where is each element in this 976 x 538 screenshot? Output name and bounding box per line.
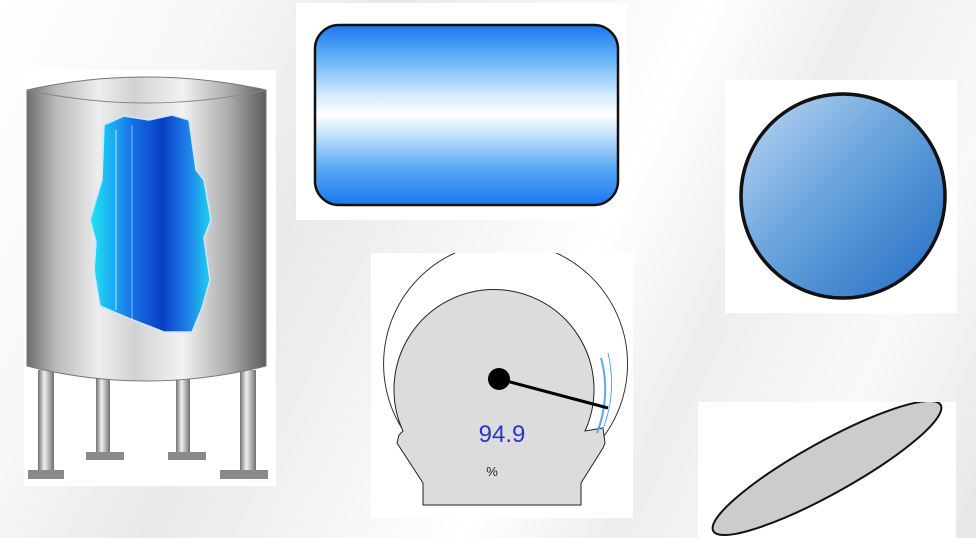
tank-legs [28, 370, 268, 479]
tank-widget[interactable] [24, 70, 276, 486]
gauge-unit: % [486, 464, 498, 479]
gauge-widget[interactable]: 94.9 % [371, 253, 633, 518]
rounded-rectangle-widget[interactable] [296, 3, 627, 220]
gauge-value: 94.9 [478, 421, 526, 448]
circle-widget[interactable] [725, 80, 957, 313]
tank-liquid-window [89, 114, 212, 333]
ellipse-shape [711, 402, 943, 537]
rounded-rectangle [313, 23, 620, 207]
circle-shape [739, 92, 947, 300]
gauge-needle-hub [488, 368, 510, 390]
ellipse-widget[interactable] [698, 402, 956, 538]
